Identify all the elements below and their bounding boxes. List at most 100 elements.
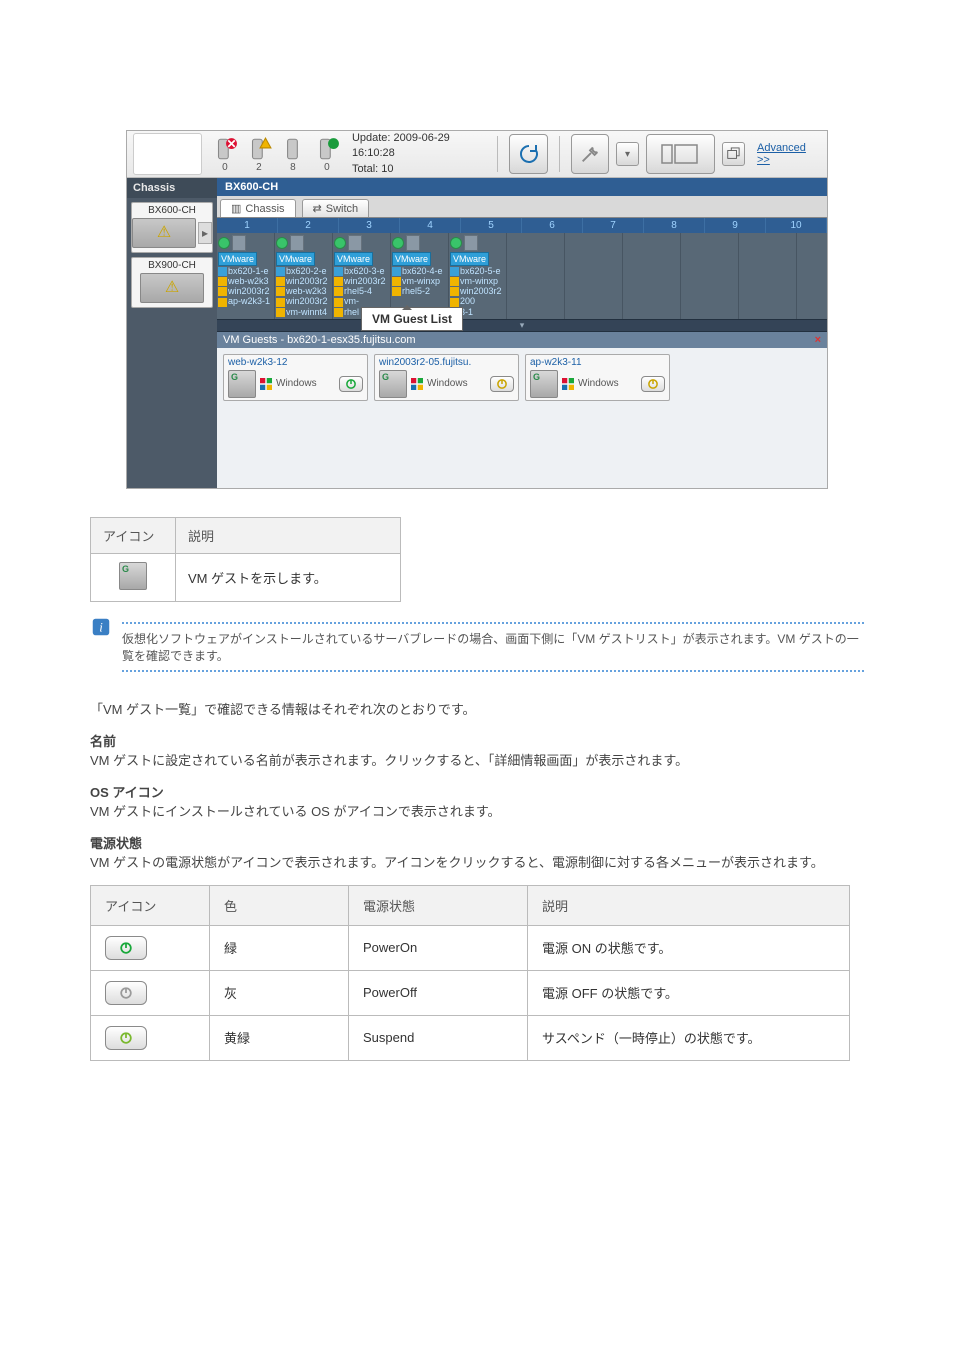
tab-bar: ▥Chassis ⇄Switch	[217, 196, 827, 218]
sidebar-item-label: BX600-CH	[132, 205, 212, 216]
preview-thumbnail[interactable]	[133, 133, 202, 175]
sidebar-item-bx600[interactable]: BX600-CH ▸	[131, 202, 213, 253]
table-row: VM ゲストを示します。	[91, 554, 401, 602]
blade-slot[interactable]: VMwarebx620-5-evm-winxpwin2003r22003-1	[449, 233, 507, 319]
slot-number: 7	[583, 218, 644, 233]
chassis-tab-icon: ▥	[231, 202, 241, 215]
vmware-badge: VMware	[218, 252, 257, 266]
blade-icon	[406, 235, 420, 251]
info-icon: i	[90, 616, 112, 638]
status-counter-error[interactable]: 0	[212, 136, 238, 173]
blade-slot[interactable]: VMwarebx620-1-eweb-w2k3win2003r2ap-w2k3-…	[217, 233, 275, 319]
vm-entry[interactable]: vm-winnt4	[276, 307, 331, 317]
sidebar-item-label: BX900-CH	[132, 260, 212, 271]
blade-slot[interactable]: VMwarebx620-2-ewin2003r2web-w2k3win2003r…	[275, 233, 333, 319]
vmware-badge: VMware	[450, 252, 489, 266]
sidebar-item-bx900[interactable]: BX900-CH	[131, 257, 213, 308]
layout-button[interactable]	[646, 134, 715, 174]
vm-guest-name[interactable]: ap-w2k3-11	[530, 357, 665, 368]
blade-area: VMwarebx620-1-eweb-w2k3win2003r2ap-w2k3-…	[217, 233, 827, 319]
status-counter-ok[interactable]: 0	[314, 136, 340, 173]
vm-guest-header: VM Guests - bx620-1-esx35.fujitsu.com ×	[217, 332, 827, 348]
power-suspend-icon	[105, 1026, 147, 1050]
power-state-table: アイコン 色 電源状態 説明 緑 PowerOn 電源 ON の状態です。 灰 …	[90, 885, 850, 1061]
status-led-icon	[450, 237, 462, 249]
blade-hostname: bx620-5-e	[450, 266, 505, 276]
slot-number: 2	[278, 218, 339, 233]
tools-button[interactable]	[571, 134, 609, 174]
vm-entry[interactable]: web-w2k3	[276, 286, 331, 296]
splitter[interactable]: ▾	[217, 319, 827, 332]
icon-description-table: アイコン 説明 VM ゲストを示します。	[90, 517, 401, 602]
status-counter-unknown[interactable]: 8	[280, 136, 306, 173]
vm-entry[interactable]: win2003r2	[218, 286, 273, 296]
icon-description: VM ゲストを示します。	[176, 554, 401, 602]
os-label: Windows	[276, 378, 317, 389]
blade-hostname: bx620-4-e	[392, 266, 447, 276]
table-header: アイコン	[91, 518, 176, 554]
vm-guest-card: win2003r2-05.fujitsu.Windows	[374, 354, 519, 401]
vm-guest-icon	[530, 370, 558, 398]
vm-entry[interactable]: win2003r2	[276, 296, 331, 306]
vm-entry[interactable]: web-w2k3	[218, 276, 273, 286]
slot-number: 10	[766, 218, 827, 233]
blade-icon	[348, 235, 362, 251]
svg-text:i: i	[99, 621, 103, 635]
vm-entry[interactable]: win2003r2	[334, 276, 389, 286]
section-paragraph: 「VM ゲスト一覧」で確認できる情報はそれぞれ次のとおりです。	[90, 700, 864, 720]
total-value: 10	[381, 163, 393, 175]
close-icon[interactable]: ×	[815, 334, 821, 346]
status-counter-warning[interactable]: 2	[246, 136, 272, 173]
vm-entry[interactable]: vm-	[334, 296, 389, 306]
status-counter-unknown-value: 8	[290, 162, 296, 173]
vm-guest-card: web-w2k3-12 Windows	[223, 354, 368, 401]
blade-slot[interactable]: VMwarebx620-4-evm-winxprhel5-2VM Guest L…	[391, 233, 449, 319]
vm-guest-header-title: VM Guests - bx620-1-esx35.fujitsu.com	[223, 334, 416, 346]
table-row: 黄緑 Suspend サスペンド（一時停止）の状態です。	[91, 1015, 850, 1060]
power-button[interactable]	[490, 376, 514, 392]
vm-entry[interactable]: rhel5-4	[334, 286, 389, 296]
vm-guest-name[interactable]: win2003r2-05.fujitsu.	[379, 357, 514, 368]
chassis-icon	[140, 273, 204, 303]
refresh-button[interactable]	[509, 134, 547, 174]
os-description: VM ゲストにインストールされている OS がアイコンで表示されます。	[90, 804, 501, 819]
slot-number-row: 12345678910	[217, 218, 827, 233]
status-led-icon	[392, 237, 404, 249]
popup-button[interactable]	[722, 142, 745, 166]
slot-number: 9	[705, 218, 766, 233]
power-button[interactable]	[641, 376, 665, 392]
blade-slot[interactable]: VMwarebx620-3-ewin2003r2rhel5-4vm-rhel	[333, 233, 391, 319]
vm-guest-card: ap-w2k3-11 Windows	[525, 354, 670, 401]
blade-hostname: bx620-3-e	[334, 266, 389, 276]
power-off-icon	[105, 981, 147, 1005]
vm-guest-name[interactable]: web-w2k3-12	[228, 357, 363, 368]
slot-number: 5	[461, 218, 522, 233]
vm-entry[interactable]: win2003r2	[276, 276, 331, 286]
slot-number: 1	[217, 218, 278, 233]
table-row: 灰 PowerOff 電源 OFF の状態です。	[91, 970, 850, 1015]
blade-slot-empty	[739, 233, 797, 319]
switch-tab-icon: ⇄	[313, 202, 322, 215]
vm-entry[interactable]: ap-w2k3-1	[218, 296, 273, 306]
slot-number: 4	[400, 218, 461, 233]
chevron-right-icon[interactable]: ▸	[198, 222, 212, 244]
advanced-link[interactable]: Advanced >>	[757, 142, 819, 166]
vm-entry[interactable]: rhel5-2	[392, 286, 447, 296]
vm-entry[interactable]: vm-winxp	[450, 276, 505, 286]
tab-switch[interactable]: ⇄Switch	[302, 199, 370, 217]
power-button[interactable]	[339, 376, 363, 392]
sidebar: Chassis BX600-CH ▸ BX900-CH	[127, 178, 217, 488]
vmware-badge: VMware	[276, 252, 315, 266]
tools-dropdown[interactable]: ▾	[616, 142, 639, 166]
vm-entry[interactable]: vm-winxp	[392, 276, 447, 286]
vm-guest-icon	[228, 370, 256, 398]
status-led-icon	[218, 237, 230, 249]
info-text: 仮想化ソフトウェアがインストールされているサーバブレードの場合、画面下側に「VM…	[122, 630, 864, 664]
vm-entry[interactable]: win2003r2	[450, 286, 505, 296]
windows-icon	[411, 378, 423, 390]
blade-icon	[290, 235, 304, 251]
status-counter-ok-value: 0	[324, 162, 330, 173]
vm-entry[interactable]: 200	[450, 296, 505, 306]
tab-chassis[interactable]: ▥Chassis	[220, 199, 296, 217]
os-label: Windows	[578, 378, 619, 389]
